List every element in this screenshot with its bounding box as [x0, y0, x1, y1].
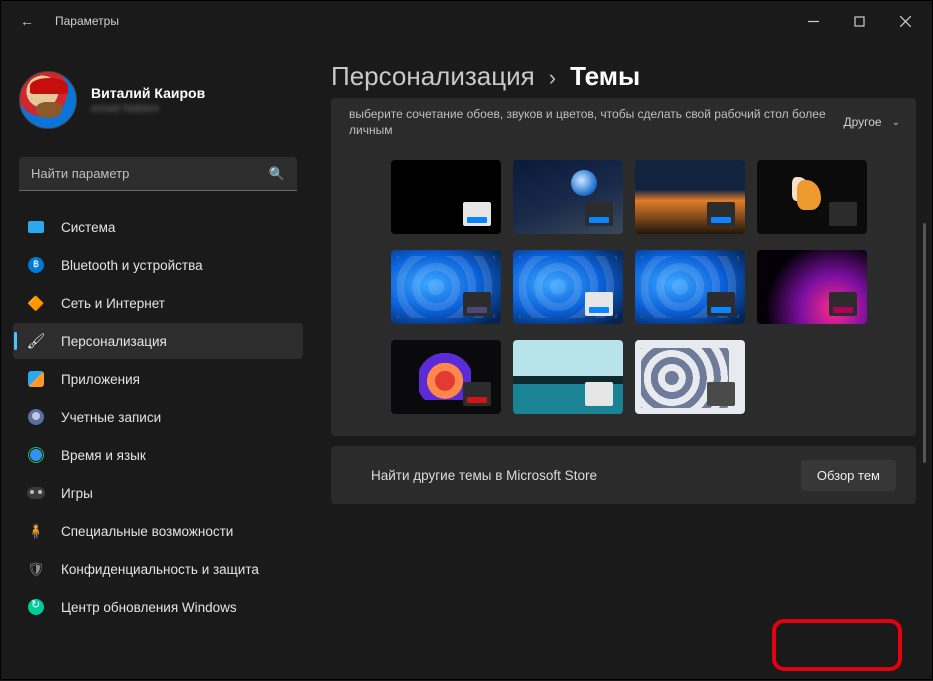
- themes-panel-header[interactable]: выберите сочетание обоев, звуков и цвето…: [331, 98, 916, 150]
- sidebar-item-accessibility[interactable]: 🧍 Специальные возможности: [13, 513, 303, 549]
- theme-tile-earth-moon[interactable]: [513, 160, 623, 234]
- sidebar-item-label: Игры: [61, 486, 93, 501]
- sidebar-item-games[interactable]: Игры: [13, 475, 303, 511]
- theme-swatch: [463, 382, 491, 406]
- breadcrumb-parent[interactable]: Персонализация: [331, 61, 535, 92]
- sidebar-item-privacy[interactable]: 🛡 Конфиденциальность и защита: [13, 551, 303, 587]
- monitor-icon: [27, 218, 45, 236]
- theme-swatch: [707, 292, 735, 316]
- sidebar-item-label: Система: [61, 220, 115, 235]
- theme-swatch: [585, 382, 613, 406]
- window-title: Параметры: [55, 14, 119, 28]
- themes-other-label: Другое: [843, 115, 881, 129]
- theme-swatch: [829, 202, 857, 226]
- sidebar-item-time[interactable]: Время и язык: [13, 437, 303, 473]
- theme-tile-lake[interactable]: [513, 340, 623, 414]
- theme-swatch: [707, 382, 735, 406]
- theme-swatch: [585, 202, 613, 226]
- theme-tile-bloom-light[interactable]: [513, 250, 623, 324]
- sidebar-item-network[interactable]: 🔶 Сеть и Интернет: [13, 285, 303, 321]
- theme-tile-dark-solid[interactable]: [391, 160, 501, 234]
- scrollbar[interactable]: [918, 103, 928, 675]
- update-icon: [27, 598, 45, 616]
- sidebar-item-update[interactable]: Центр обновления Windows: [13, 589, 303, 625]
- paintbrush-icon: 🖌: [27, 332, 45, 350]
- window-controls: [790, 5, 928, 37]
- themes-grid: [331, 150, 916, 436]
- sidebar-item-apps[interactable]: Приложения: [13, 361, 303, 397]
- breadcrumb-current: Темы: [570, 61, 640, 92]
- sidebar: Виталий Каиров email hidden Найти параме…: [1, 41, 311, 681]
- search-icon: 🔍: [269, 166, 285, 182]
- store-row: Найти другие темы в Microsoft Store Обзо…: [331, 446, 916, 504]
- theme-tile-pink-glow[interactable]: [757, 250, 867, 324]
- accessibility-icon: 🧍: [27, 522, 45, 540]
- sidebar-item-label: Время и язык: [61, 448, 146, 463]
- sidebar-item-label: Bluetooth и устройства: [61, 258, 203, 273]
- scrollbar-thumb[interactable]: [923, 223, 926, 463]
- theme-swatch: [707, 202, 735, 226]
- theme-tile-bloom-darkblue[interactable]: [635, 250, 745, 324]
- user-name: Виталий Каиров: [91, 85, 205, 101]
- clock-globe-icon: [27, 446, 45, 464]
- titlebar: ← Параметры: [1, 1, 932, 41]
- theme-tile-flower-dark[interactable]: [391, 340, 501, 414]
- chevron-down-icon: ⌄: [892, 117, 900, 128]
- theme-swatch: [463, 292, 491, 316]
- sidebar-item-label: Центр обновления Windows: [61, 600, 237, 615]
- back-button[interactable]: ←: [13, 13, 41, 29]
- sidebar-item-label: Учетные записи: [61, 410, 161, 425]
- theme-swatch: [829, 292, 857, 316]
- theme-swatch: [463, 202, 491, 226]
- wifi-icon: 🔶: [27, 294, 45, 312]
- shield-icon: 🛡: [27, 560, 45, 578]
- browse-themes-button[interactable]: Обзор тем: [801, 460, 896, 491]
- theme-swatch: [585, 292, 613, 316]
- sidebar-item-system[interactable]: Система: [13, 209, 303, 245]
- sidebar-item-label: Приложения: [61, 372, 140, 387]
- gamepad-icon: [27, 484, 45, 502]
- apps-icon: [27, 370, 45, 388]
- search-input[interactable]: Найти параметр 🔍: [19, 157, 297, 191]
- main: Персонализация › Темы выберите сочетание…: [311, 41, 932, 681]
- user-email: email hidden: [91, 101, 205, 115]
- chevron-right-icon: ›: [549, 65, 556, 91]
- minimize-button[interactable]: [790, 5, 836, 37]
- annotation-highlight: [772, 619, 902, 671]
- close-button[interactable]: [882, 5, 928, 37]
- sidebar-item-label: Персонализация: [61, 334, 167, 349]
- account-icon: [27, 408, 45, 426]
- sidebar-item-label: Сеть и Интернет: [61, 296, 165, 311]
- bluetooth-icon: ฿: [27, 256, 45, 274]
- avatar: [19, 71, 77, 129]
- breadcrumb: Персонализация › Темы: [331, 61, 916, 92]
- sidebar-item-label: Специальные возможности: [61, 524, 233, 539]
- theme-tile-orange-feather[interactable]: [757, 160, 867, 234]
- theme-tile-bloom-dark[interactable]: [391, 250, 501, 324]
- theme-tile-bloom-white[interactable]: [635, 340, 745, 414]
- sidebar-item-bluetooth[interactable]: ฿ Bluetooth и устройства: [13, 247, 303, 283]
- sidebar-item-personalization[interactable]: 🖌 Персонализация: [13, 323, 303, 359]
- search-placeholder: Найти параметр: [31, 166, 129, 181]
- themes-description: выберите сочетание обоев, звуков и цвето…: [349, 106, 833, 138]
- maximize-button[interactable]: [836, 5, 882, 37]
- themes-panel: выберите сочетание обоев, звуков и цвето…: [331, 98, 916, 436]
- user-block[interactable]: Виталий Каиров email hidden: [13, 65, 303, 143]
- theme-tile-sunset-road[interactable]: [635, 160, 745, 234]
- sidebar-item-accounts[interactable]: Учетные записи: [13, 399, 303, 435]
- nav: Система ฿ Bluetooth и устройства 🔶 Сеть и Ин…: [13, 209, 303, 625]
- store-label: Найти другие темы в Microsoft Store: [371, 468, 597, 483]
- sidebar-item-label: Конфиденциальность и защита: [61, 562, 259, 577]
